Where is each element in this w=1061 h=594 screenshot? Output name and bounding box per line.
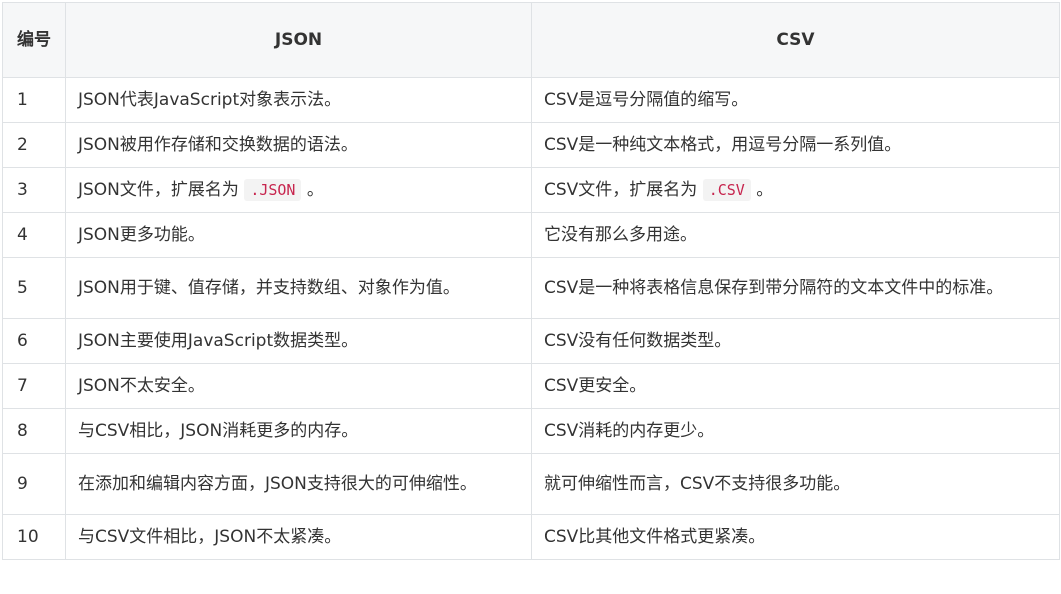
cell-num: 9 [2,453,66,515]
cell-json: JSON文件，扩展名为 .JSON 。 [65,167,532,213]
header-num: 编号 [2,2,66,78]
cell-csv: CSV是逗号分隔值的缩写。 [531,77,1060,123]
cell-csv: CSV是一种纯文本格式，用逗号分隔一系列值。 [531,122,1060,168]
table-row: 9 在添加和编辑内容方面，JSON支持很大的可伸缩性。 就可伸缩性而言，CSV不… [2,453,1060,515]
cell-csv: CSV没有任何数据类型。 [531,318,1060,364]
csv-extension-code: .CSV [702,179,751,201]
cell-num: 6 [2,318,66,364]
cell-json: JSON不太安全。 [65,363,532,409]
table-row: 1 JSON代表JavaScript对象表示法。 CSV是逗号分隔值的缩写。 [2,77,1060,123]
cell-csv: 就可伸缩性而言，CSV不支持很多功能。 [531,453,1060,515]
cell-json: JSON被用作存储和交换数据的语法。 [65,122,532,168]
comparison-table-container: 编号 JSON CSV 1 JSON代表JavaScript对象表示法。 CSV… [2,2,1060,560]
cell-json-text: JSON文件，扩展名为 [78,180,239,200]
cell-num: 5 [2,257,66,319]
table-row: 5 JSON用于键、值存储，并支持数组、对象作为值。 CSV是一种将表格信息保存… [2,257,1060,319]
header-csv: CSV [531,2,1060,78]
cell-num: 1 [2,77,66,123]
header-json: JSON [65,2,532,78]
table-row: 3 JSON文件，扩展名为 .JSON 。 CSV文件，扩展名为 .CSV 。 [2,167,1060,213]
cell-csv-text: CSV文件，扩展名为 [544,180,698,200]
cell-csv-suffix: 。 [756,180,774,200]
cell-num: 8 [2,408,66,454]
json-extension-code: .JSON [244,179,302,201]
cell-csv: 它没有那么多用途。 [531,212,1060,258]
cell-num: 10 [2,514,66,560]
cell-csv: CSV文件，扩展名为 .CSV 。 [531,167,1060,213]
cell-json: JSON更多功能。 [65,212,532,258]
cell-num: 4 [2,212,66,258]
header-row: 编号 JSON CSV [2,2,1060,78]
table-row: 10 与CSV文件相比，JSON不太紧凑。 CSV比其他文件格式更紧凑。 [2,514,1060,560]
table-row: 6 JSON主要使用JavaScript数据类型。 CSV没有任何数据类型。 [2,318,1060,364]
cell-csv: CSV更安全。 [531,363,1060,409]
cell-csv: CSV比其他文件格式更紧凑。 [531,514,1060,560]
table-row: 2 JSON被用作存储和交换数据的语法。 CSV是一种纯文本格式，用逗号分隔一系… [2,122,1060,168]
table-body: 1 JSON代表JavaScript对象表示法。 CSV是逗号分隔值的缩写。 2… [2,77,1060,560]
cell-json: 在添加和编辑内容方面，JSON支持很大的可伸缩性。 [65,453,532,515]
table-row: 4 JSON更多功能。 它没有那么多用途。 [2,212,1060,258]
cell-num: 7 [2,363,66,409]
cell-json: JSON代表JavaScript对象表示法。 [65,77,532,123]
table-row: 8 与CSV相比，JSON消耗更多的内存。 CSV消耗的内存更少。 [2,408,1060,454]
cell-csv: CSV是一种将表格信息保存到带分隔符的文本文件中的标准。 [531,257,1060,319]
cell-num: 2 [2,122,66,168]
cell-csv: CSV消耗的内存更少。 [531,408,1060,454]
cell-num: 3 [2,167,66,213]
cell-json: 与CSV相比，JSON消耗更多的内存。 [65,408,532,454]
cell-json: JSON主要使用JavaScript数据类型。 [65,318,532,364]
table-row: 7 JSON不太安全。 CSV更安全。 [2,363,1060,409]
cell-json-suffix: 。 [306,180,324,200]
cell-json: JSON用于键、值存储，并支持数组、对象作为值。 [65,257,532,319]
table-header: 编号 JSON CSV [2,2,1060,78]
json-vs-csv-table: 编号 JSON CSV 1 JSON代表JavaScript对象表示法。 CSV… [2,2,1060,560]
cell-json: 与CSV文件相比，JSON不太紧凑。 [65,514,532,560]
